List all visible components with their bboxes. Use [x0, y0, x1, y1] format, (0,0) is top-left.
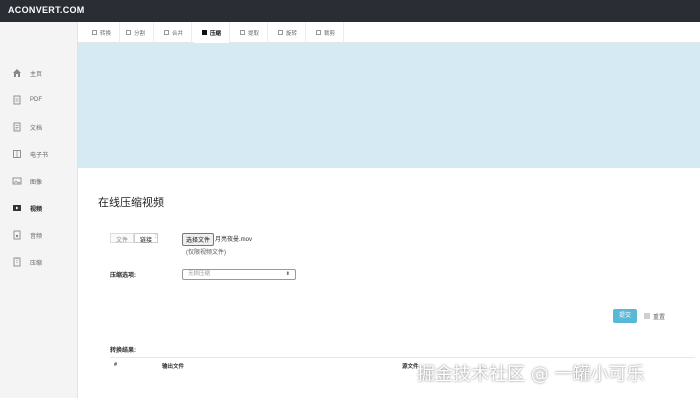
sidebar-item-label: PDF	[30, 97, 42, 103]
sidebar-item-label: 视频	[30, 206, 43, 213]
tab-extract[interactable]: 提取	[232, 22, 269, 43]
archive-icon	[12, 257, 22, 267]
compress-option-select[interactable]: 无损压缩 ⬍	[182, 269, 296, 280]
ebook-icon	[12, 149, 22, 159]
sidebar-item-archive[interactable]: 压缩	[0, 251, 78, 273]
result-label: 转换结果:	[110, 348, 136, 354]
checkbox-icon	[164, 30, 169, 35]
tab-label: 压缩	[210, 30, 222, 37]
video-icon	[12, 203, 22, 213]
sidebar-item-label: 电子书	[30, 152, 49, 159]
submit-button[interactable]: 提交	[613, 309, 637, 323]
sidebar-item-label: 压缩	[30, 260, 43, 267]
top-header: ACONVERT.COM	[0, 0, 700, 22]
tab-label: 提取	[248, 30, 260, 37]
file-type-note: (仅限视频文件)	[186, 250, 226, 256]
sidebar-item-audio[interactable]: 音频	[0, 224, 78, 246]
sidebar-item-label: 主页	[30, 71, 43, 78]
sidebar-item-document[interactable]: 文档	[0, 116, 78, 138]
checkbox-icon	[92, 30, 97, 35]
checkbox-icon	[202, 30, 207, 35]
choose-file-button[interactable]: 选择文件	[182, 233, 215, 246]
home-icon	[12, 68, 22, 78]
tab-convert[interactable]: 转换	[84, 22, 121, 43]
sidebar-item-label: 图像	[30, 179, 43, 186]
audio-icon	[12, 230, 22, 240]
tab-label: 分割	[134, 30, 146, 37]
sidebar-item-home[interactable]: 主页	[0, 62, 78, 84]
checkbox-icon	[126, 30, 131, 35]
sidebar-item-label: 文档	[30, 125, 43, 132]
reset-icon[interactable]	[643, 312, 651, 320]
image-icon	[12, 176, 22, 186]
source-tabs: 文件 链接	[110, 233, 159, 244]
tab-split[interactable]: 分割	[118, 22, 155, 43]
reset-link[interactable]: 重置	[653, 312, 665, 321]
source-tab-file[interactable]: 文件	[110, 233, 135, 244]
page-title: 在线压缩视频	[98, 197, 164, 209]
sidebar-item-ebook[interactable]: 电子书	[0, 143, 78, 165]
compress-option-value: 无损压缩	[188, 271, 211, 277]
tab-label: 转换	[100, 30, 112, 37]
pdf-icon	[12, 95, 22, 105]
sidebar-item-image[interactable]: 图像	[0, 170, 78, 192]
checkbox-icon	[278, 30, 283, 35]
select-arrow-icon: ⬍	[285, 271, 290, 277]
sidebar-item-label: 音频	[30, 233, 43, 240]
result-header-output: 输出文件	[162, 364, 185, 370]
tab-crop[interactable]: 裁剪	[308, 22, 345, 43]
site-logo[interactable]: ACONVERT.COM	[8, 5, 85, 15]
checkbox-icon	[240, 30, 245, 35]
watermark: 掘金技术社区 @ 一罐小可乐	[417, 364, 645, 385]
compress-option-label: 压缩选项:	[110, 273, 136, 279]
selected-file-name: 月亮夜曼.mov	[215, 237, 253, 243]
tab-label: 合并	[172, 30, 184, 37]
tab-bar: 转换 分割 合并 压缩 提取 旋转 裁剪	[78, 22, 700, 43]
result-header-index: #	[114, 362, 118, 368]
document-icon	[12, 122, 22, 132]
source-colon: :	[155, 233, 157, 240]
tab-rotate[interactable]: 旋转	[270, 22, 307, 43]
tab-compress[interactable]: 压缩	[194, 22, 231, 43]
sidebar-item-pdf[interactable]: PDF	[0, 89, 78, 111]
checkbox-icon	[316, 30, 321, 35]
tab-merge[interactable]: 合并	[156, 22, 193, 43]
result-table: # 输出文件 源文件	[110, 357, 695, 370]
tab-label: 旋转	[286, 30, 298, 37]
ad-banner	[78, 43, 700, 168]
sidebar-item-video[interactable]: 视频	[0, 197, 78, 219]
sidebar: 主页 PDF 文档 电子书 图像 视频 音频 压缩	[0, 22, 78, 398]
tab-label: 裁剪	[324, 30, 336, 37]
